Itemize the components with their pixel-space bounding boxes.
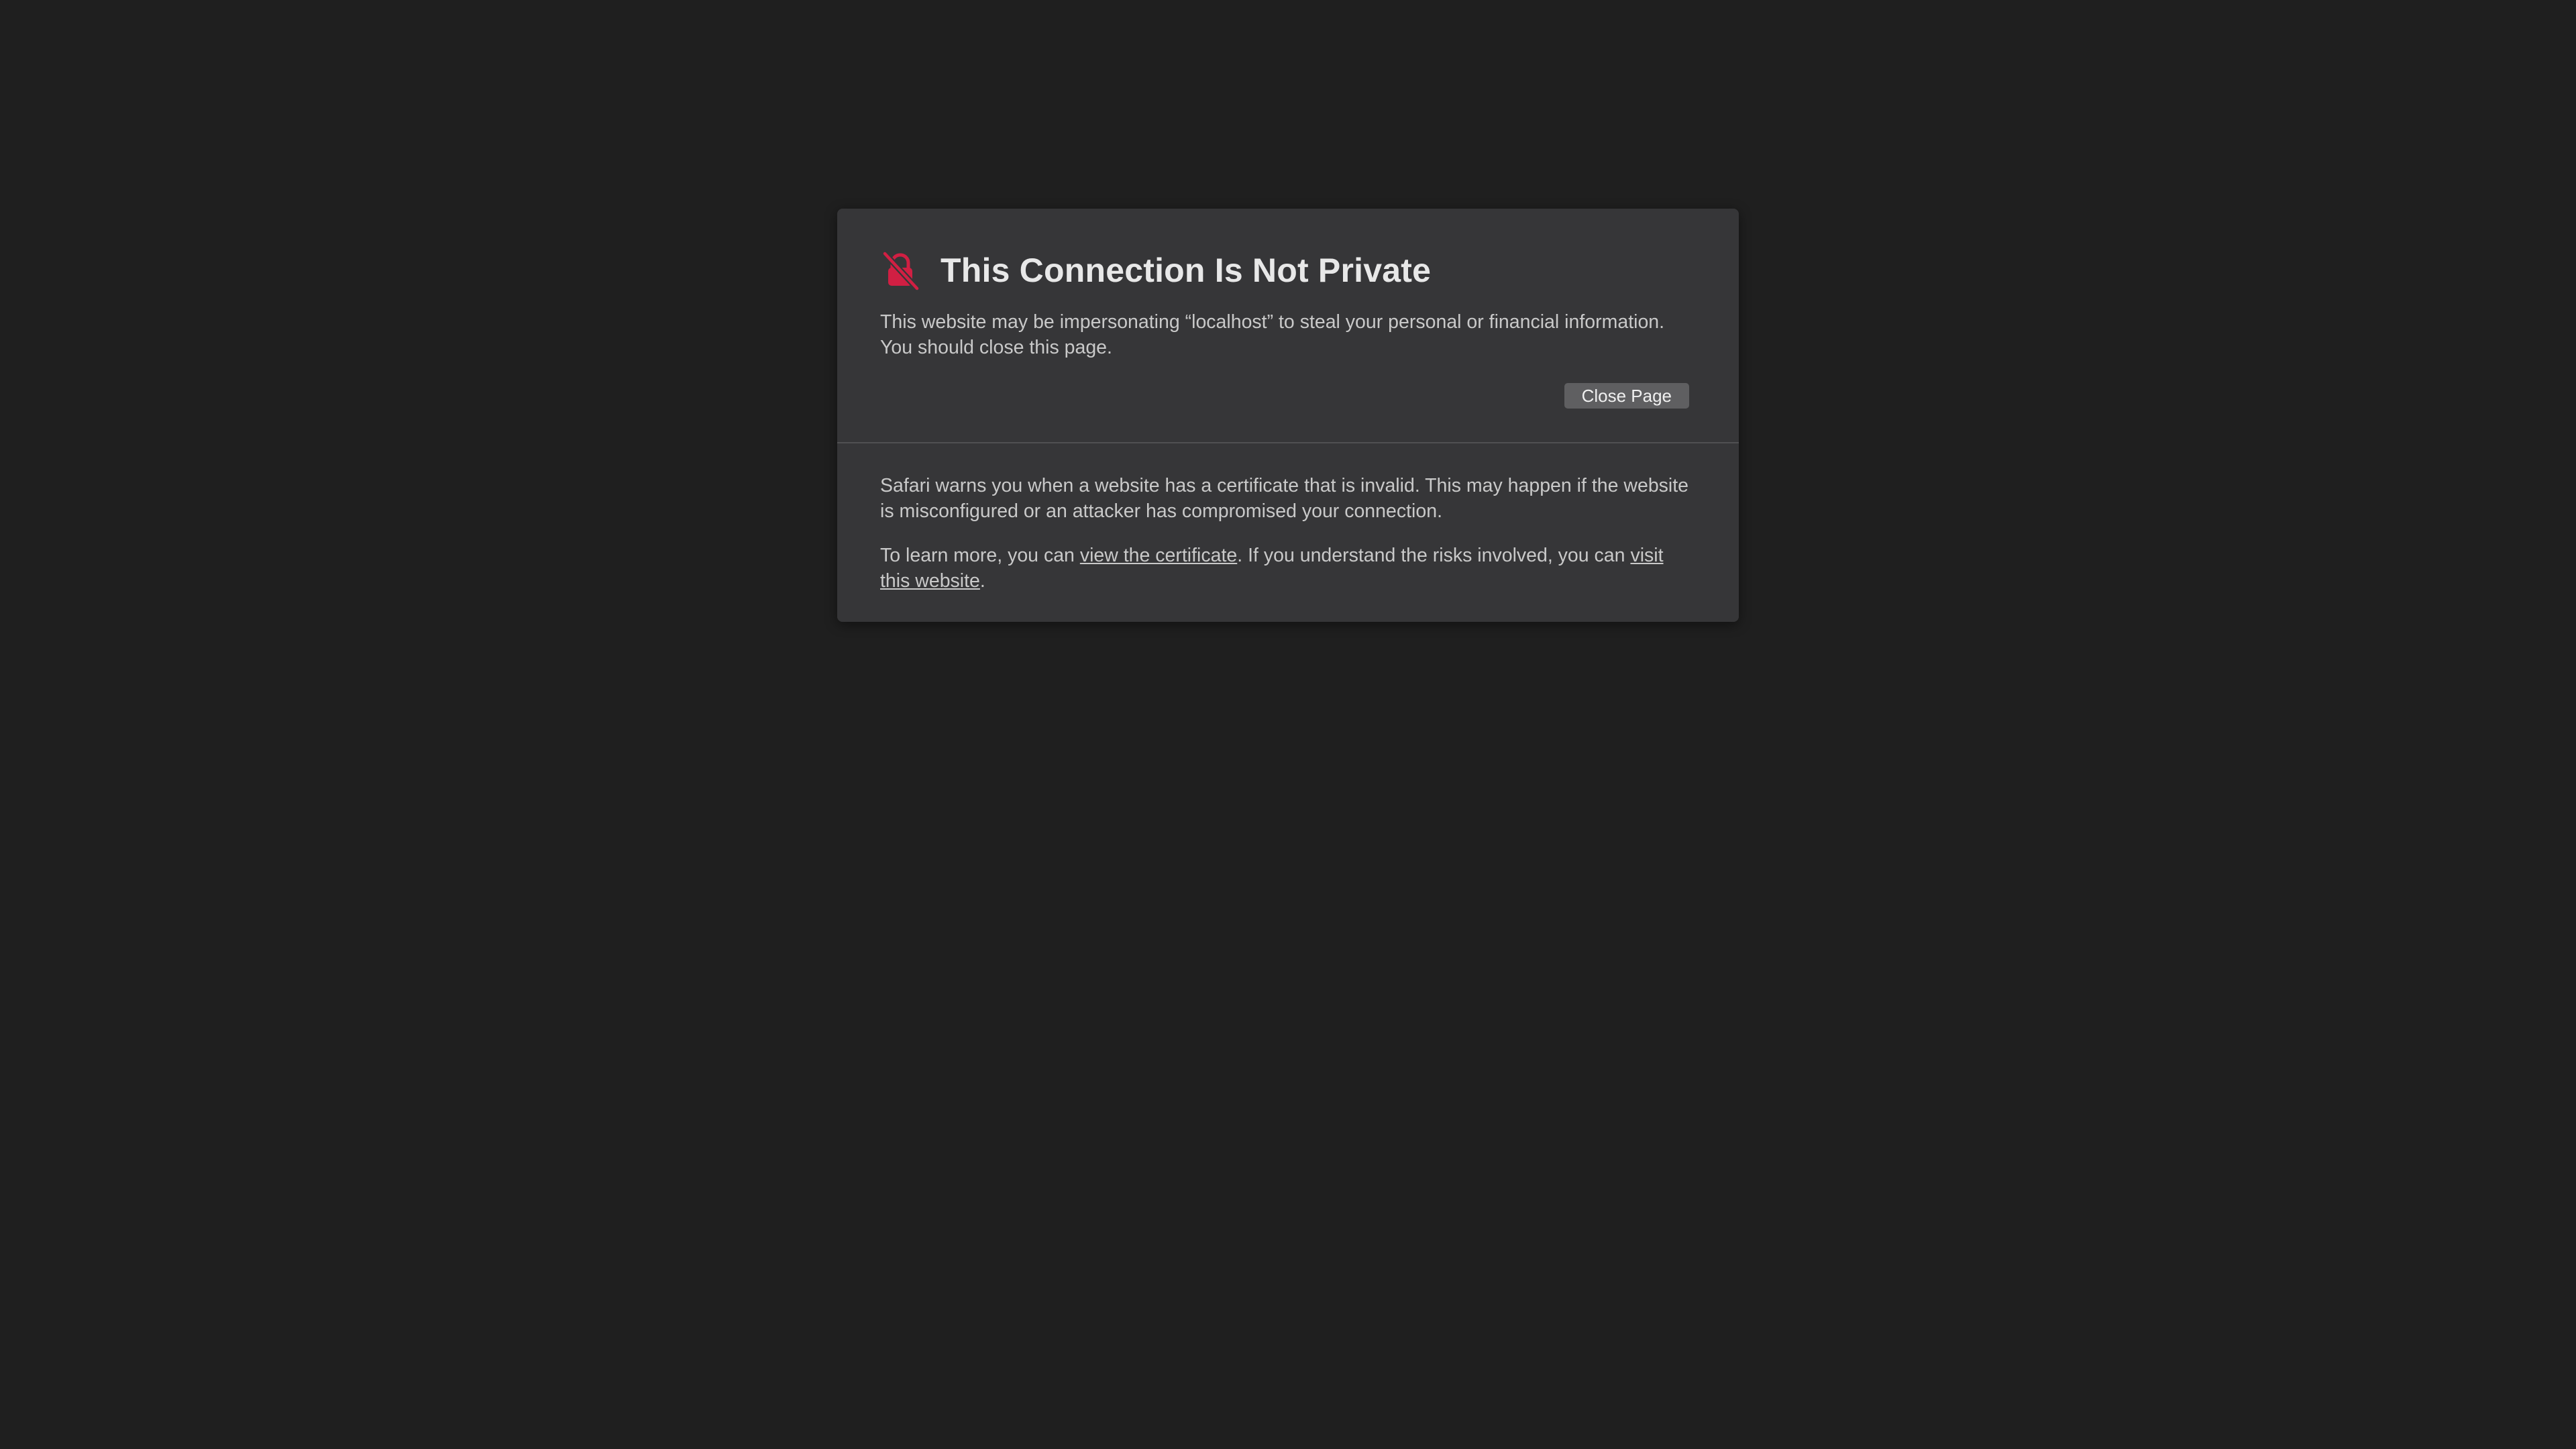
lock-slash-icon [880,250,920,290]
warning-description: This website may be impersonating “local… [880,309,1689,360]
warning-description-line-1: This website may be impersonating “local… [880,311,1665,333]
page-title: This Connection Is Not Private [941,252,1432,289]
learn-more-middle: . If you understand the risks involved, … [1237,545,1631,566]
learn-more-paragraph: To learn more, you can view the certific… [880,543,1689,594]
warning-dialog: This Connection Is Not Private This webs… [837,209,1739,622]
learn-more-suffix: . [979,570,985,592]
warning-header-section: This Connection Is Not Private This webs… [837,209,1739,442]
warning-description-line-2: You should close this page. [880,337,1112,358]
browser-page: This Connection Is Not Private This webs… [0,0,2576,1449]
dialog-actions: Close Page [880,383,1689,409]
details-paragraph: Safari warns you when a website has a ce… [880,475,1689,522]
view-certificate-link[interactable]: view the certificate [1080,545,1237,566]
close-page-button[interactable]: Close Page [1564,383,1689,409]
details-section: Safari warns you when a website has a ce… [837,443,1739,622]
learn-more-prefix: To learn more, you can [880,545,1080,566]
title-row: This Connection Is Not Private [880,250,1689,290]
